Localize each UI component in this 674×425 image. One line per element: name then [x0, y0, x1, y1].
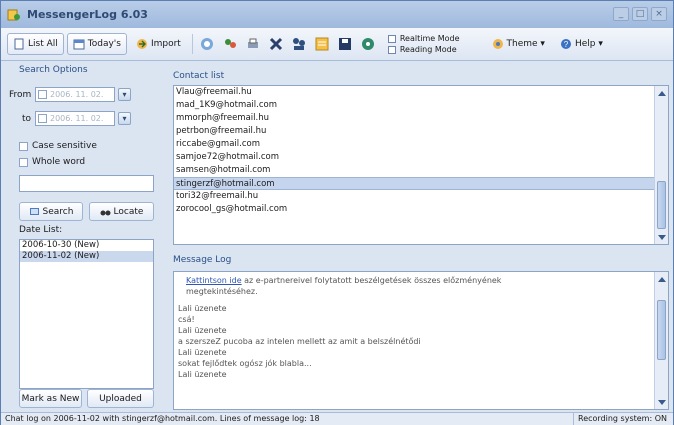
contact-item-selected[interactable]: stingerzf@hotmail.com: [174, 177, 668, 190]
help-button[interactable]: ? Help ▾: [554, 33, 609, 55]
contact-item[interactable]: samjoe72@hotmail.com: [174, 151, 668, 164]
import-icon: [136, 39, 147, 49]
reading-mode-label: Reading Mode: [399, 45, 457, 54]
message-log: Kattintson ide az e-partnereivel folytat…: [173, 271, 669, 410]
tool-contacts-icon[interactable]: [221, 35, 239, 53]
search-input[interactable]: [19, 175, 154, 192]
log-line: Lali üzenete: [178, 326, 227, 335]
contact-item[interactable]: Vlau@freemail.hu: [174, 86, 668, 99]
theme-button[interactable]: Theme ▾: [486, 33, 551, 55]
main-panel: Contact list Vlau@freemail.hu mad_1K9@ho…: [173, 65, 669, 410]
log-line: Lali üzenete: [178, 348, 227, 357]
whole-word-label: Whole word: [32, 157, 86, 167]
contact-item[interactable]: tori32@freemail.hu: [174, 190, 668, 203]
status-bar: Chat log on 2006-11-02 with stingerzf@ho…: [1, 412, 673, 425]
log-line: csá!: [178, 315, 195, 324]
to-date-checkbox[interactable]: [38, 114, 47, 123]
log-line: a szerszeZ pucoba az intelen mellett az …: [178, 337, 421, 346]
recording-status: Recording system: ON: [573, 413, 671, 425]
date-list: 2006-10-30 (New) 2006-11-02 (New): [19, 239, 154, 389]
title-bar: MessengerLog 6.03 _ □ ×: [1, 1, 673, 28]
binoculars-icon: [100, 210, 111, 216]
date-list-label: Date List:: [19, 225, 63, 235]
scroll-up-icon[interactable]: [655, 86, 668, 99]
locate-button[interactable]: Locate: [89, 202, 154, 221]
window-title: MessengerLog 6.03: [27, 8, 148, 21]
to-date-field[interactable]: 2006. 11. 02.: [35, 111, 115, 126]
contact-item[interactable]: samsen@hotmail.com: [174, 164, 668, 177]
document-icon: [14, 38, 24, 50]
search-icon: [29, 208, 39, 215]
case-sensitive-label: Case sensitive: [32, 141, 97, 151]
log-line: Lali üzenete: [178, 370, 227, 379]
to-date-dropdown[interactable]: ▾: [118, 112, 131, 125]
realtime-mode-label: Realtime Mode: [399, 34, 460, 43]
from-date-dropdown[interactable]: ▾: [118, 88, 131, 101]
contact-list-header: Contact list: [173, 71, 225, 81]
app-window: MessengerLog 6.03 _ □ × List All Today's…: [0, 0, 674, 425]
search-button[interactable]: Search: [19, 202, 83, 221]
scroll-thumb[interactable]: [657, 181, 666, 229]
import-button[interactable]: Import: [130, 33, 187, 55]
contact-item[interactable]: mad_1K9@hotmail.com: [174, 99, 668, 112]
scroll-thumb[interactable]: [657, 300, 666, 360]
tool-settings-icon[interactable]: [359, 35, 377, 53]
log-line: sokat fejlődtek ogósz jók blabla...: [178, 359, 312, 368]
tool-print-icon[interactable]: [244, 35, 262, 53]
contact-item[interactable]: zorocool_gs@hotmail.com: [174, 203, 668, 216]
status-text: Chat log on 2006-11-02 with stingerzf@ho…: [5, 414, 320, 423]
svg-text:?: ?: [564, 40, 569, 49]
case-sensitive-checkbox[interactable]: [19, 141, 28, 151]
minimize-button[interactable]: _: [613, 7, 629, 21]
close-button[interactable]: ×: [651, 7, 667, 21]
maximize-button[interactable]: □: [632, 7, 648, 21]
from-date-field[interactable]: 2006. 11. 02.: [35, 87, 115, 102]
date-list-item-selected[interactable]: 2006-11-02 (New): [20, 251, 153, 262]
tool-chat-icon[interactable]: [198, 35, 216, 53]
search-options-header: Search Options: [19, 65, 88, 75]
search-panel: Search Options From 2006. 11. 02. ▾ to 2…: [9, 65, 161, 410]
tool-save-icon[interactable]: [336, 35, 354, 53]
contact-item[interactable]: mmorph@freemail.hu: [174, 112, 668, 125]
contact-item[interactable]: petrbon@freemail.hu: [174, 125, 668, 138]
whole-word-checkbox[interactable]: [19, 157, 28, 167]
message-log-header: Message Log: [173, 255, 232, 265]
mode-options: Realtime Mode Reading Mode: [387, 33, 460, 55]
contact-list-scrollbar[interactable]: [654, 86, 668, 244]
reading-mode-checkbox[interactable]: [387, 45, 396, 54]
scroll-down-icon[interactable]: [655, 396, 668, 409]
scroll-down-icon[interactable]: [655, 231, 668, 244]
tool-notes-icon[interactable]: [313, 35, 331, 53]
mark-as-new-button[interactable]: Mark as New: [19, 389, 82, 408]
toolbar-separator: [191, 34, 193, 54]
chevron-down-icon: ▾: [537, 39, 545, 49]
theme-icon: [492, 39, 503, 49]
date-list-item[interactable]: 2006-10-30 (New): [20, 240, 153, 251]
chevron-down-icon: ▾: [122, 114, 127, 123]
from-label: From: [9, 89, 32, 100]
history-link[interactable]: Kattintson ide: [186, 276, 242, 285]
tool-delete-icon[interactable]: [267, 35, 285, 53]
calendar-icon: [73, 39, 85, 50]
contact-item[interactable]: riccabe@gmail.com: [174, 138, 668, 151]
scroll-up-icon[interactable]: [655, 272, 668, 285]
from-date-checkbox[interactable]: [38, 90, 47, 99]
realtime-mode-checkbox[interactable]: [387, 34, 396, 43]
chevron-down-icon: ▾: [595, 39, 603, 49]
contact-list: Vlau@freemail.hu mad_1K9@hotmail.com mmo…: [173, 85, 669, 245]
history-intro: az e-partnereivel folytatott beszélgetés…: [241, 276, 502, 285]
list-all-button[interactable]: List All: [7, 33, 64, 55]
history-intro-line2: megtekintéséhez.: [186, 287, 258, 296]
uploaded-button[interactable]: Uploaded: [87, 389, 154, 408]
tool-users-icon[interactable]: [290, 35, 308, 53]
help-icon: ?: [560, 39, 571, 49]
message-log-scrollbar[interactable]: [654, 272, 668, 409]
chevron-down-icon: ▾: [122, 90, 127, 99]
app-logo-icon: [7, 9, 20, 20]
log-line: Lali üzenete: [178, 304, 227, 313]
toolbar: List All Today's Import Realtime Mode Re…: [1, 28, 673, 61]
to-label: to: [21, 113, 31, 124]
todays-button[interactable]: Today's: [66, 33, 127, 55]
